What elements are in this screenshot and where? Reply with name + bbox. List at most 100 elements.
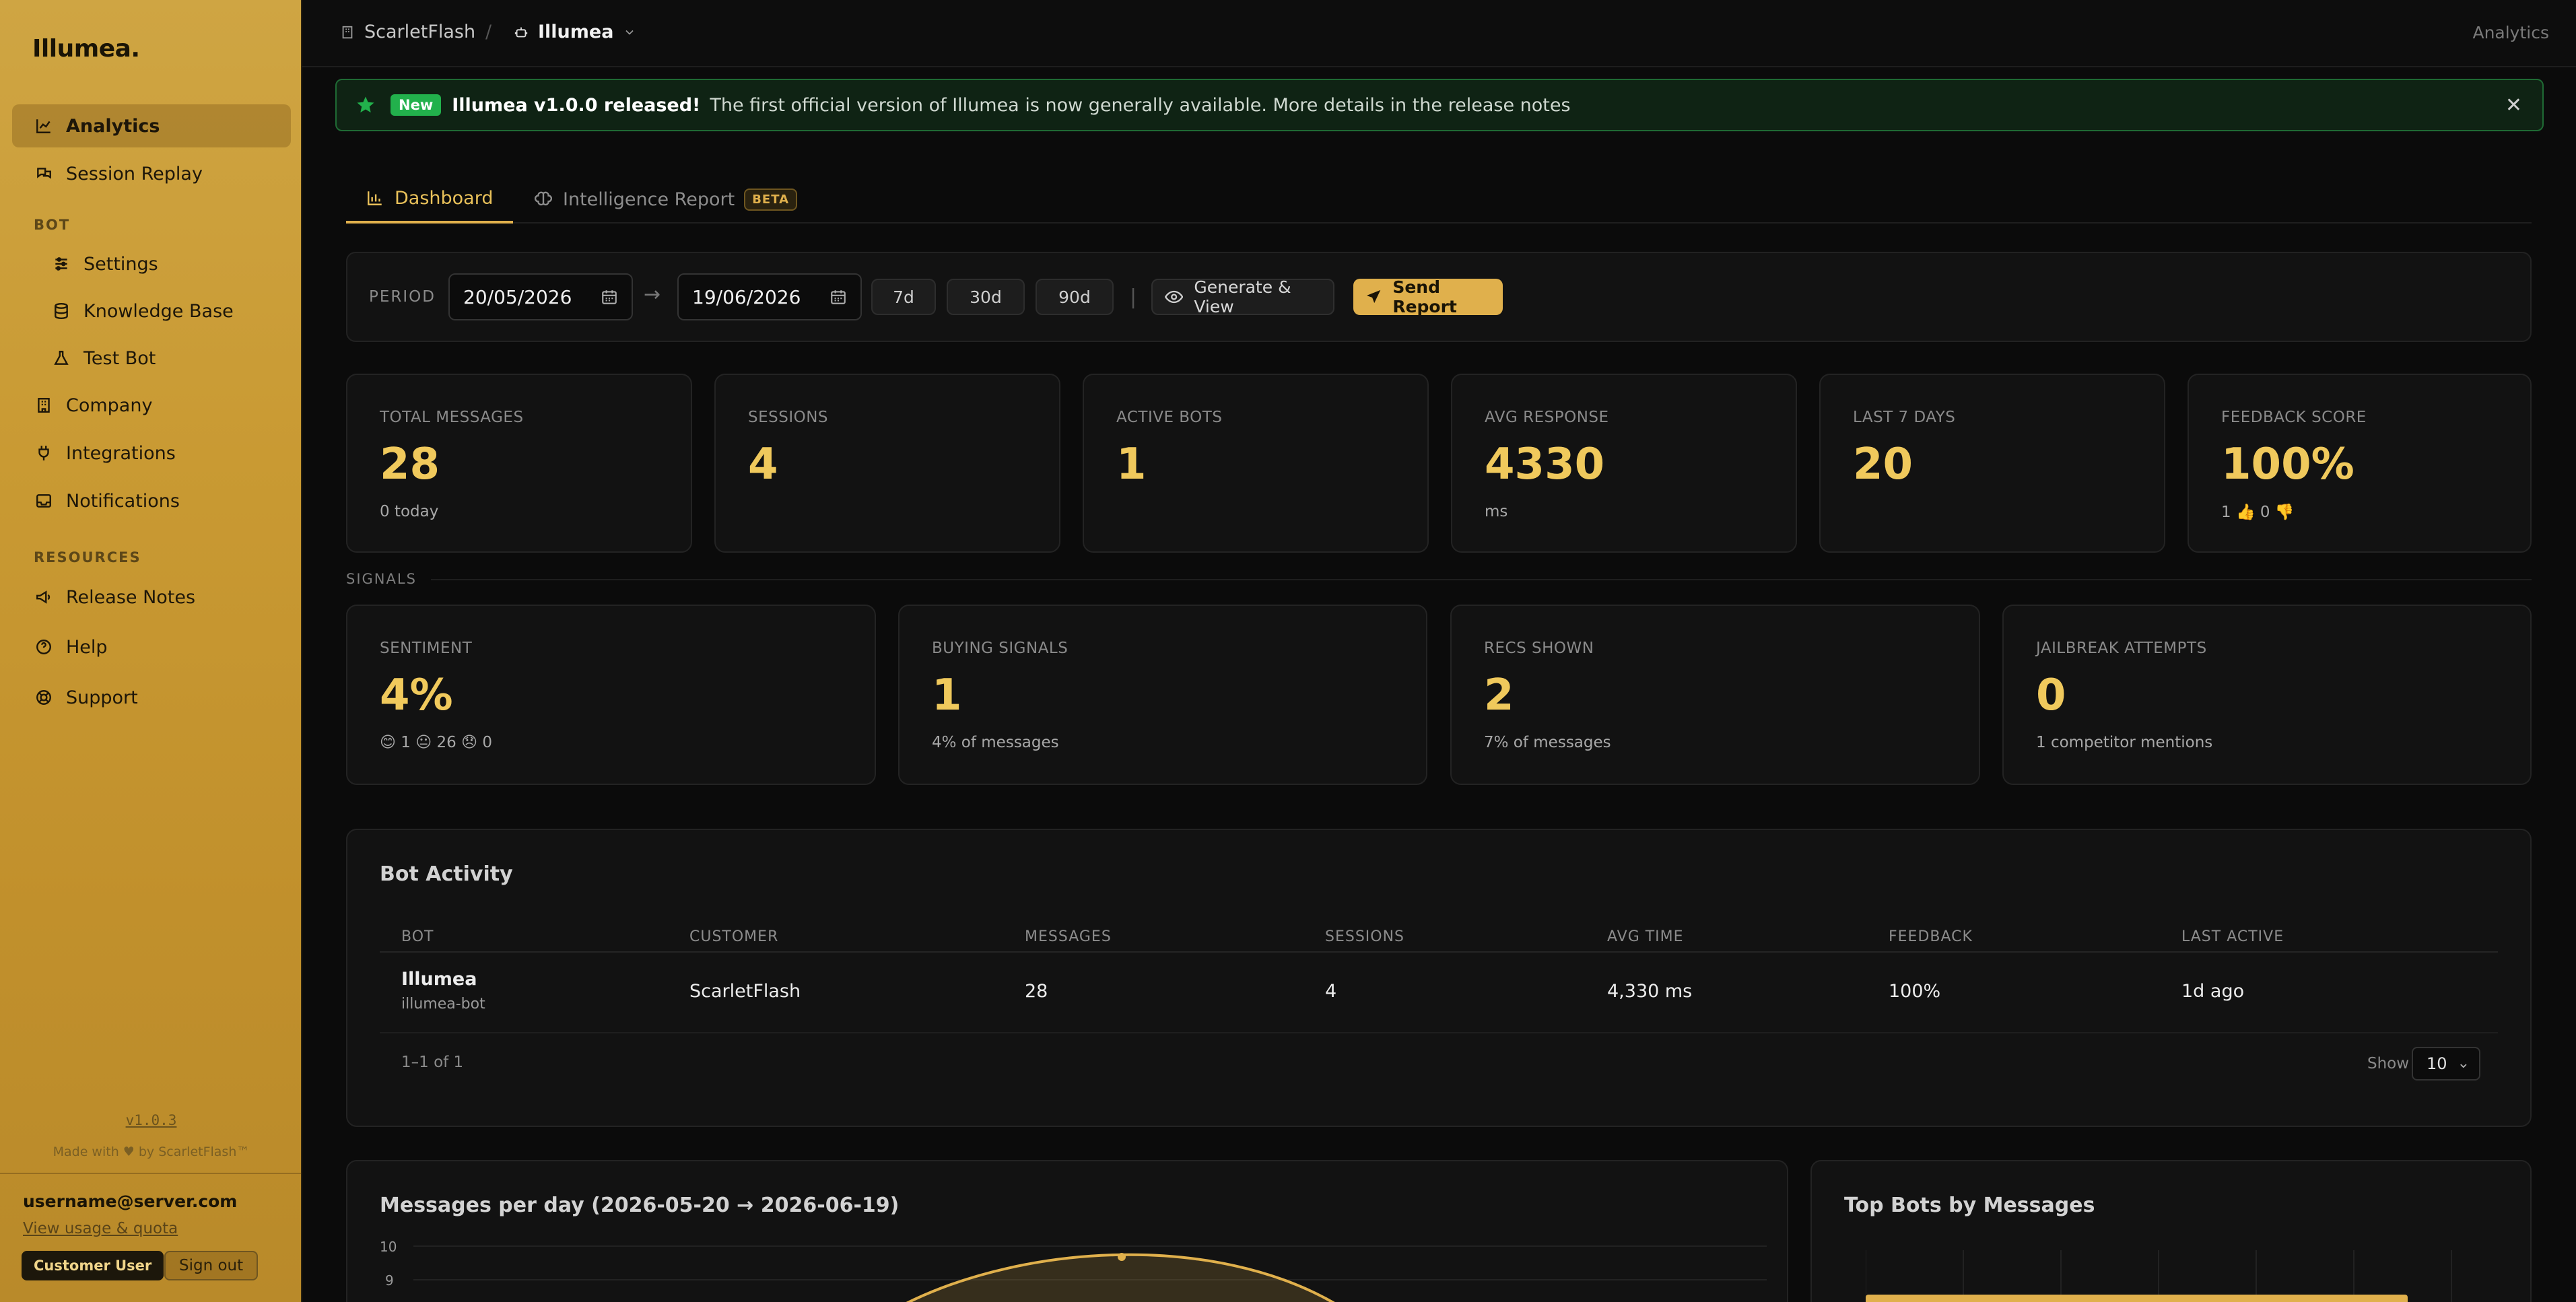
sidebar-item-session-replay[interactable]: Session Replay [12, 152, 291, 195]
arrow-right-icon: → [644, 283, 661, 306]
banner-title: Illumea v1.0.0 released! [452, 94, 701, 116]
top-bots-bar-chart [1866, 1250, 2452, 1302]
data-point-peak[interactable] [1118, 1253, 1126, 1261]
top-bar: ScarletFlash / Illumea Analytics [302, 0, 2576, 67]
made-with-credit: Made with ♥ by ScarletFlash™ [53, 1144, 250, 1159]
column-header-sessions: SESSIONS [1325, 928, 1405, 945]
sidebar-item-label: Analytics [66, 115, 160, 137]
signal-value: 1 [932, 671, 962, 720]
sidebar-item-analytics[interactable]: Analytics [12, 104, 291, 147]
stat-card-active-bots: ACTIVE BOTS 1 [1083, 374, 1429, 553]
cell-avg-time: 4,330 ms [1607, 981, 1693, 1002]
bar-chart-icon [368, 191, 382, 205]
building-icon [342, 26, 353, 38]
section-resources-heading: RESOURCES [34, 549, 141, 566]
bar-illumea[interactable] [1866, 1295, 2408, 1302]
signal-card-recs-shown: RECS SHOWN 2 7% of messages [1450, 605, 1980, 785]
sidebar-item-label: Settings [83, 253, 158, 275]
signal-value: 4% [380, 671, 453, 720]
star-icon [357, 96, 374, 113]
sliders-icon [51, 254, 71, 274]
send-report-label: Send Report [1392, 277, 1457, 316]
signals-heading: SIGNALS [346, 571, 417, 587]
flask-icon [51, 348, 71, 368]
generate-view-label: Generate & View [1194, 277, 1291, 316]
date-to-input[interactable]: 19/06/2026 [677, 273, 862, 320]
brain-icon [535, 191, 552, 206]
column-header-customer: CUSTOMER [689, 928, 779, 945]
sidebar-item-company[interactable]: Company [12, 384, 291, 427]
breadcrumb-org[interactable]: ScarletFlash [340, 22, 475, 42]
sidebar-item-support[interactable]: Support [12, 676, 291, 719]
stat-card-sessions: SESSIONS 4 [714, 374, 1060, 553]
column-header-feedback: FEEDBACK [1889, 928, 1973, 945]
bot-activity-panel: Bot Activity BOT CUSTOMER MESSAGES SESSI… [346, 829, 2532, 1127]
date-from-value: 20/05/2026 [463, 285, 572, 308]
signal-label: SENTIMENT [380, 640, 473, 657]
sidebar-item-knowledge-base[interactable]: Knowledge Base [34, 289, 291, 333]
generate-view-button[interactable]: Generate & View [1151, 277, 1334, 316]
stat-value: 20 [1853, 440, 1913, 489]
stat-label: FEEDBACK SCORE [2221, 409, 2367, 426]
pagination-info: 1–1 of 1 [401, 1054, 464, 1071]
sign-out-button[interactable]: Sign out [164, 1251, 259, 1280]
calendar-icon[interactable] [829, 288, 847, 306]
chart-title: Top Bots by Messages [1844, 1194, 2095, 1217]
date-from-input[interactable]: 20/05/2026 [448, 273, 633, 320]
brand-logo[interactable]: Illumea. [32, 35, 140, 63]
sidebar: Illumea. Analytics Session Replay BOT Se… [0, 0, 302, 1302]
chevron-down-icon: ⌄ [2457, 1055, 2470, 1072]
signal-card-jailbreak-attempts: JAILBREAK ATTEMPTS 0 1 competitor mentio… [2002, 605, 2532, 785]
sidebar-item-label: Test Bot [83, 347, 156, 369]
sidebar-item-test-bot[interactable]: Test Bot [34, 337, 291, 380]
sidebar-item-notifications[interactable]: Notifications [12, 479, 291, 522]
signal-sub: 1 competitor mentions [2036, 734, 2213, 751]
tab-bar: Dashboard Intelligence Report BETA [346, 175, 2532, 224]
cell-last-active: 1d ago [2181, 981, 2245, 1002]
signal-value: 2 [1484, 671, 1514, 720]
divider [431, 579, 2532, 580]
bot-activity-title: Bot Activity [380, 862, 513, 886]
stat-label: AVG RESPONSE [1485, 409, 1609, 426]
signal-sub: 😊 1 😐 26 😞 0 [380, 734, 493, 751]
send-icon [1367, 289, 1381, 304]
calendar-icon[interactable] [601, 288, 618, 306]
signal-label: BUYING SIGNALS [932, 640, 1069, 657]
tab-dashboard[interactable]: Dashboard [346, 175, 514, 224]
messages-area-chart: 10 9 [380, 1239, 1767, 1302]
tab-intelligence-report[interactable]: Intelligence Report BETA [514, 175, 817, 224]
sidebar-item-release-notes[interactable]: Release Notes [12, 576, 291, 619]
y-tick-label: 9 [385, 1272, 394, 1289]
sidebar-item-settings[interactable]: Settings [34, 242, 291, 285]
section-bot-heading: BOT [34, 217, 71, 233]
page-size-label: Show [2367, 1055, 2410, 1072]
range-7d-button[interactable]: 7d [871, 279, 936, 315]
sidebar-item-integrations[interactable]: Integrations [12, 432, 291, 475]
stat-card-last-7-days: LAST 7 DAYS 20 [1819, 374, 2165, 553]
sidebar-item-label: Knowledge Base [83, 300, 234, 322]
sidebar-item-label: Session Replay [66, 163, 203, 184]
stat-card-total-messages: TOTAL MESSAGES 28 0 today [346, 374, 692, 553]
range-30d-button[interactable]: 30d [947, 279, 1025, 315]
send-report-button[interactable]: Send Report [1353, 277, 1503, 316]
cell-sessions: 4 [1325, 981, 1337, 1002]
page-size-select[interactable]: 10 ⌄ [2412, 1047, 2480, 1081]
usage-quota-link[interactable]: View usage & quota [23, 1220, 178, 1237]
stat-label: TOTAL MESSAGES [380, 409, 524, 426]
version-link[interactable]: v1.0.3 [0, 1112, 302, 1128]
stat-value: 4 [748, 440, 778, 489]
signal-value: 0 [2036, 671, 2066, 720]
megaphone-icon [34, 587, 54, 607]
range-90d-button[interactable]: 90d [1036, 279, 1114, 315]
chat-bubbles-icon [34, 164, 54, 184]
stat-label: SESSIONS [748, 409, 829, 426]
sidebar-item-help[interactable]: Help [12, 625, 291, 669]
stat-value: 100% [2221, 440, 2354, 489]
new-badge: New [391, 94, 442, 116]
page-title: Analytics [2472, 23, 2549, 42]
divider [380, 951, 2498, 953]
bot-switcher[interactable]: Illumea [514, 22, 636, 42]
column-header-avg-time: AVG TIME [1607, 928, 1684, 945]
close-icon[interactable]: ✕ [2505, 94, 2522, 117]
eye-icon [1165, 290, 1184, 304]
